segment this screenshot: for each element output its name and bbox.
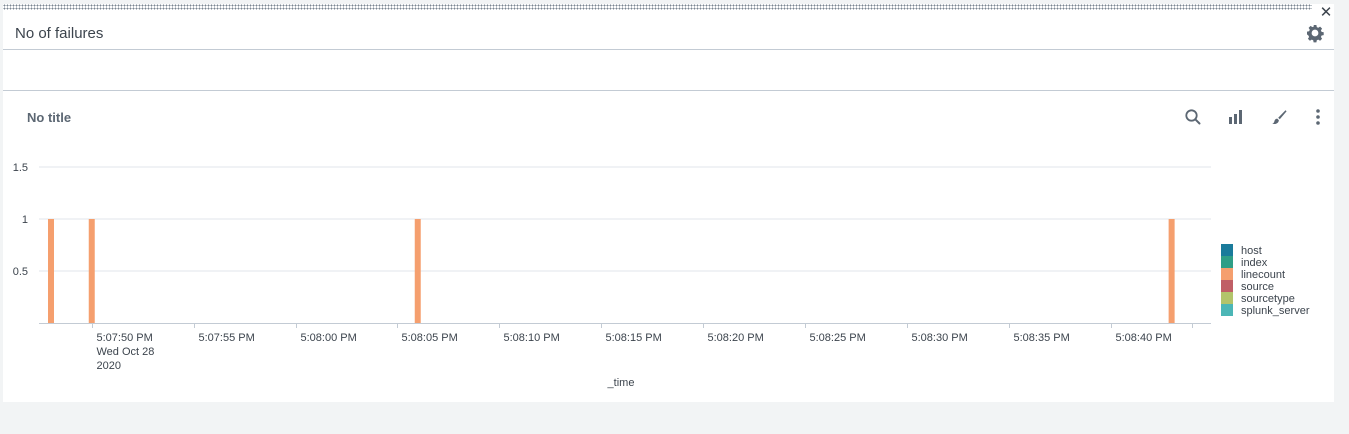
- chart: 0.5 1 1.5 5:07:50 PM Wed Oct 28 2020 5:07:55 P…: [13, 162, 1310, 389]
- legend-swatch-splunk_server: [1221, 304, 1233, 316]
- legend-swatch-source: [1221, 280, 1233, 292]
- legend-label-sourcetype: sourcetype: [1241, 293, 1295, 305]
- x-tick-label: 5:07:55 PM: [199, 332, 255, 344]
- legend-label-index: index: [1241, 257, 1268, 269]
- bar-linecount: [88, 219, 95, 323]
- legend-swatch-host: [1221, 244, 1233, 256]
- x-axis-label: _time: [607, 377, 635, 389]
- bar-linecount: [1168, 219, 1175, 323]
- bar-linecount: [414, 219, 421, 323]
- x-tick-label: 5:08:00 PM: [301, 332, 357, 344]
- x-tick-label: 5:08:30 PM: [912, 332, 968, 344]
- x-tick-label: 5:08:20 PM: [708, 332, 764, 344]
- legend-swatch-index: [1221, 256, 1233, 268]
- y-tick-label: 1.5: [13, 162, 28, 174]
- legend-label-linecount: linecount: [1241, 269, 1285, 281]
- legend-label-splunk_server: splunk_server: [1241, 305, 1310, 317]
- legend-label-host: host: [1241, 245, 1262, 257]
- x-tick-label: 5:08:05 PM: [402, 332, 458, 344]
- legend-swatch-linecount: [1221, 268, 1233, 280]
- x-tick-label: 5:07:50 PM Wed Oct 28 2020: [97, 332, 155, 372]
- x-tick-label: 5:08:10 PM: [504, 332, 560, 344]
- x-tick-label: 5:08:35 PM: [1014, 332, 1070, 344]
- dashboard-panel: ✕ No of failures No title 0.5 1 1.5 5:07:50…: [3, 4, 1334, 402]
- y-tick-label: 0.5: [13, 266, 28, 278]
- x-tick-label: 5:08:15 PM: [606, 332, 662, 344]
- y-tick-label: 1: [22, 214, 28, 226]
- x-tick-label: 5:08:40 PM: [1116, 332, 1172, 344]
- legend-label-source: source: [1241, 281, 1274, 293]
- legend-swatch-sourcetype: [1221, 292, 1233, 304]
- bar-linecount: [48, 219, 54, 323]
- x-tick-label: 5:08:25 PM: [810, 332, 866, 344]
